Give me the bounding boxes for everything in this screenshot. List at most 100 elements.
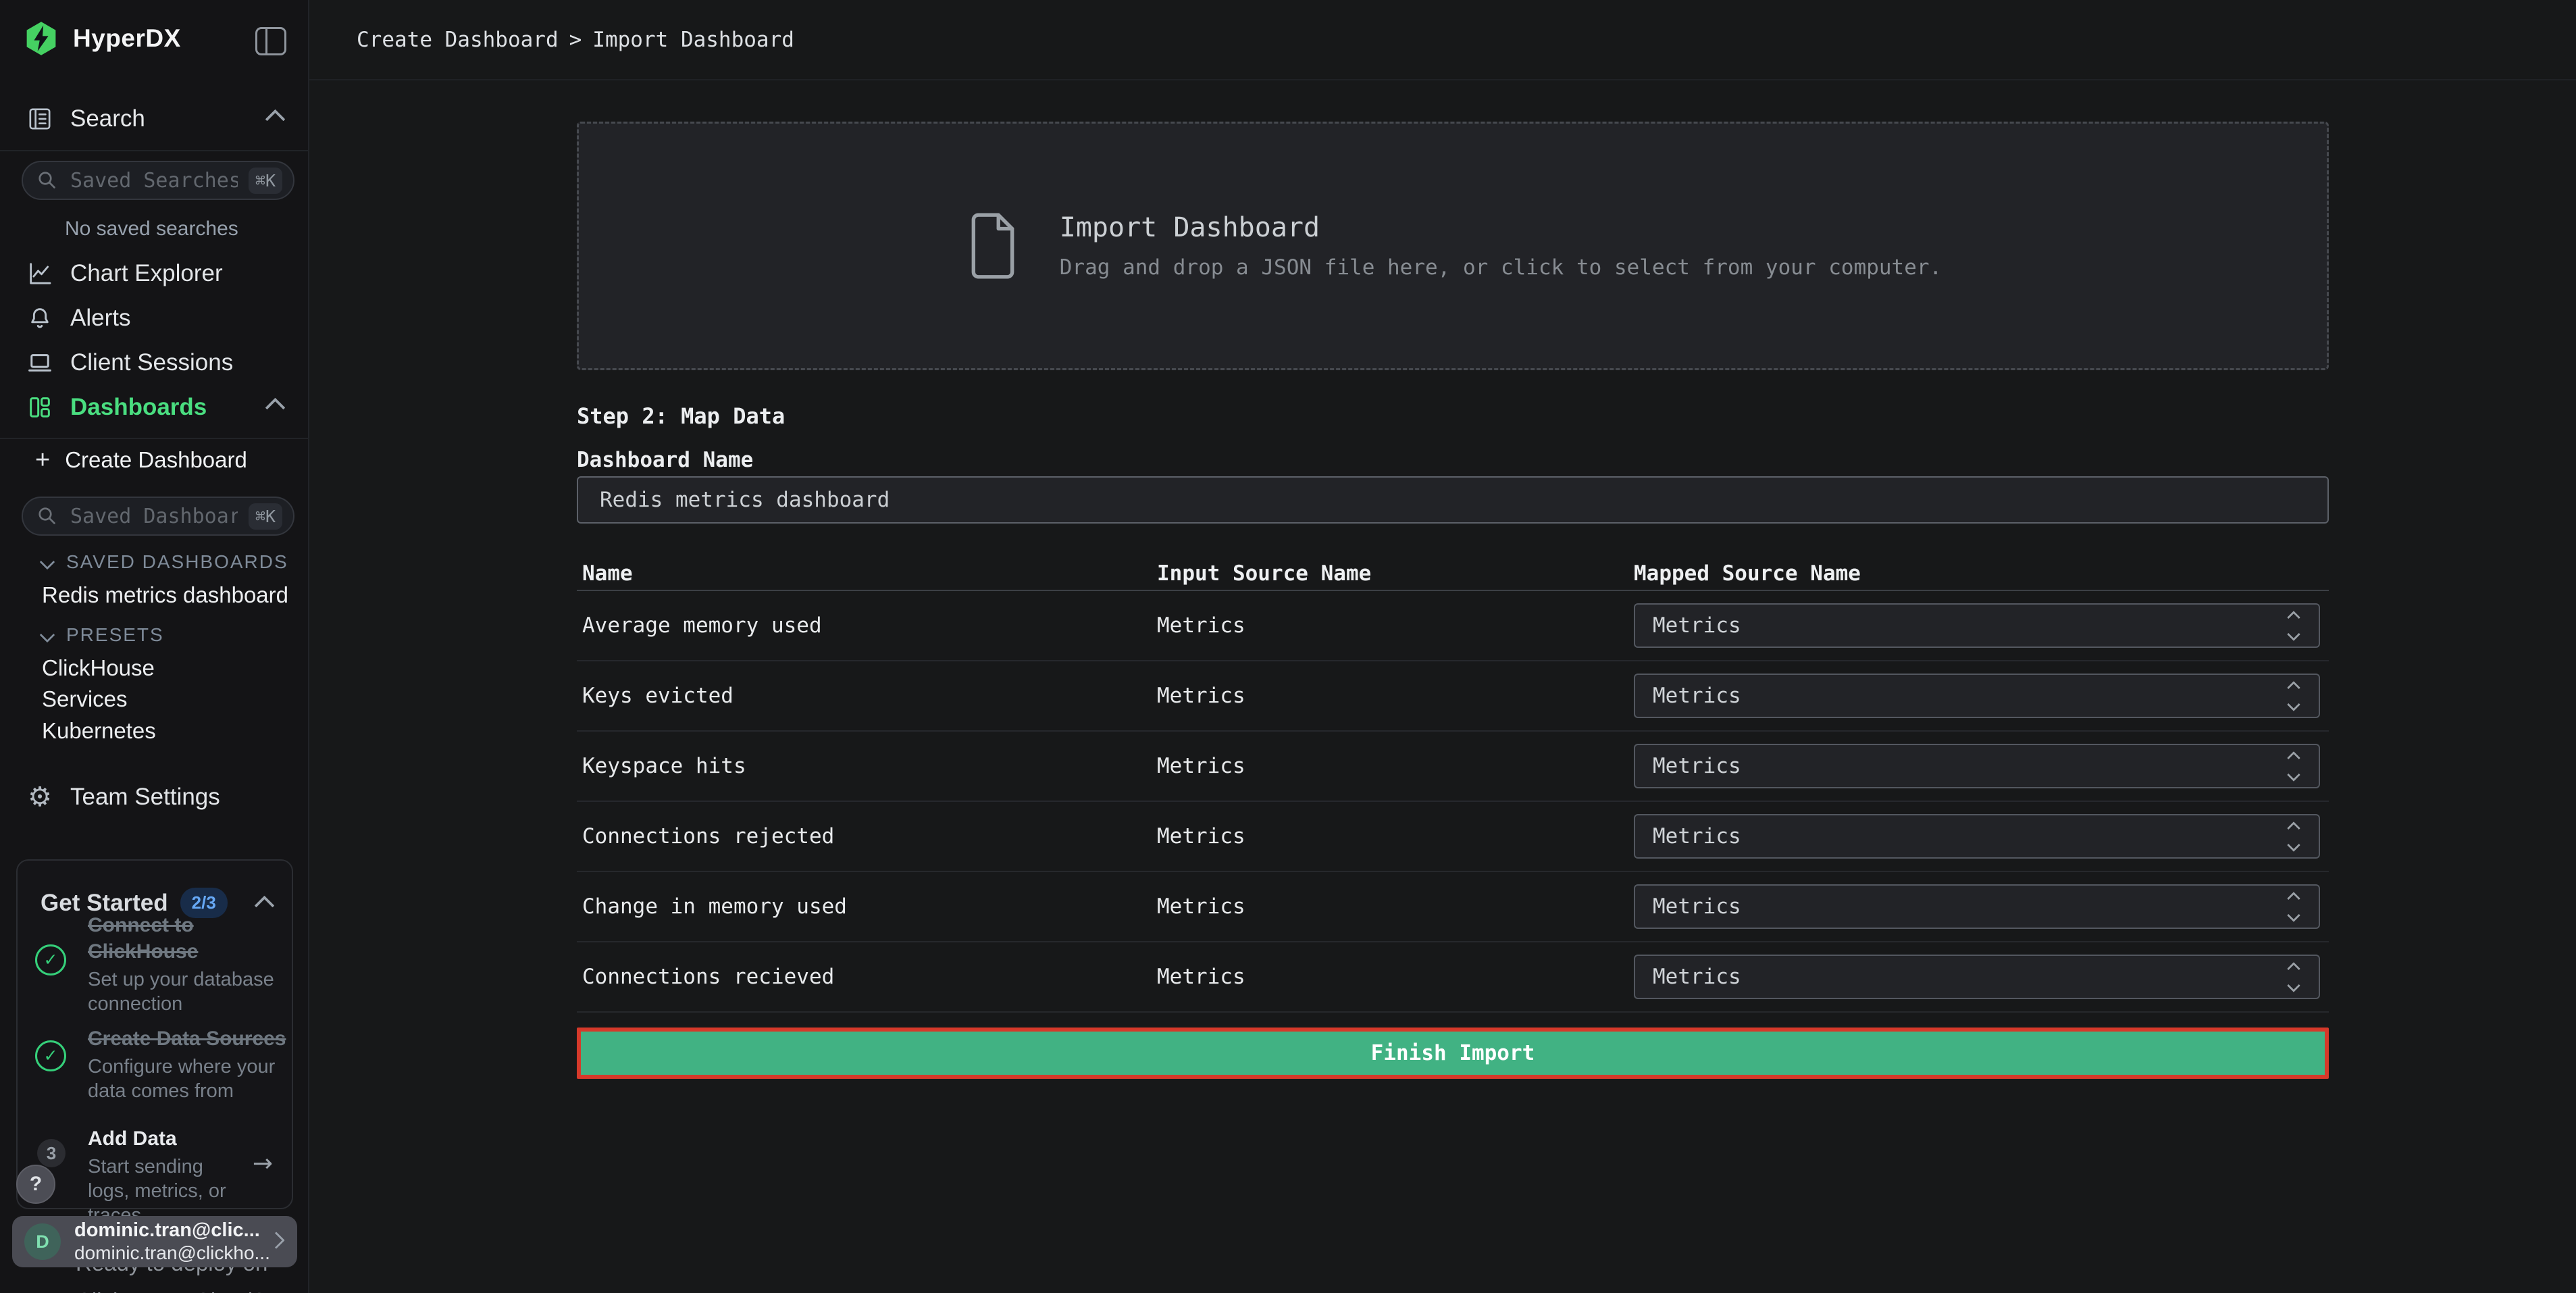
column-header-input-source: Input Source Name [1152,561,1628,586]
breadcrumb-create-dashboard[interactable]: Create Dashboard [357,28,559,52]
shortcut-kbd: ⌘K [249,503,282,530]
row-name: Average memory used [577,613,1152,638]
sidebar-item-label: Alerts [70,305,130,332]
dropzone-text: Import Dashboard Drag and drop a JSON fi… [1060,212,1942,280]
mapped-source-select[interactable]: Metrics [1634,955,2320,999]
get-started-step-2[interactable]: Create Data Sources Configure where your… [88,1025,311,1103]
create-dashboard-label: Create Dashboard [65,447,247,473]
dropzone-title: Import Dashboard [1060,212,1942,243]
select-chevrons-icon [2289,753,2298,780]
mapped-source-select[interactable]: Metrics [1634,674,2320,718]
create-dashboard-button[interactable]: + Create Dashboard [35,447,247,473]
sidebar-item-label: Chart Explorer [70,260,223,287]
check-circle-icon: ✓ [35,944,66,975]
get-started-step-3[interactable]: Add Data Start sending logs, metrics, or… [88,1125,250,1227]
row-input-source: Metrics [1152,684,1628,708]
chevron-up-icon [265,397,286,417]
divider [0,150,309,151]
chevron-up-icon [265,109,286,129]
presets-group-header[interactable]: PRESETS [42,624,164,646]
chevron-down-icon [40,555,55,570]
row-name: Change in memory used [577,894,1152,919]
help-button[interactable]: ? [16,1165,55,1204]
user-account-chip[interactable]: D dominic.tran@clic... dominic.tran@clic… [12,1216,297,1267]
preset-item-clickhouse[interactable]: ClickHouse [42,655,155,681]
step-heading: Step 2: Map Data [577,403,2329,430]
saved-dashboards-input[interactable] [69,504,239,529]
table-row: Keyspace hits Metrics Metrics [577,732,2329,802]
plus-icon: + [35,447,50,473]
preset-item-kubernetes[interactable]: Kubernetes [42,718,156,744]
chevron-right-icon [270,1234,282,1250]
select-chevrons-icon [2289,613,2298,639]
chevron-down-icon [40,628,55,643]
select-chevrons-icon [2289,683,2298,709]
finish-import-button[interactable]: Finish Import [577,1028,2329,1079]
step-desc: Configure where your data comes from [88,1055,311,1103]
row-mapped-source-cell: Metrics [1628,814,2329,859]
dropzone-subtitle: Drag and drop a JSON file here, or click… [1060,255,1942,280]
app-logo[interactable]: HyperDX [23,20,181,57]
laptop-icon [24,349,55,377]
saved-searches-searchbox[interactable]: ⌘K [22,161,294,200]
saved-searches-input[interactable] [69,168,239,193]
saved-dashboard-item[interactable]: Redis metrics dashboard [42,582,288,608]
sidebar-collapse-icon[interactable] [255,27,286,55]
select-value: Metrics [1653,894,2289,919]
saved-dashboards-header-label: SAVED DASHBOARDS [66,551,288,573]
sidebar-item-alerts[interactable]: Alerts [0,302,309,334]
file-icon [964,211,1022,281]
column-header-name: Name [577,561,1152,586]
divider [0,438,309,439]
sidebar-item-chart-explorer[interactable]: Chart Explorer [0,257,309,290]
cloud-promo-line2: ClickHouse Cloud? [76,1282,267,1293]
row-name: Keys evicted [577,684,1152,708]
sidebar-item-label: Dashboards [70,394,207,421]
dashboard-name-label: Dashboard Name [577,447,2329,474]
preset-item-services[interactable]: Services [42,686,128,712]
bell-icon [24,305,55,332]
dashboard-name-input[interactable] [598,487,2307,513]
saved-dashboards-searchbox[interactable]: ⌘K [22,497,294,536]
row-input-source: Metrics [1152,613,1628,638]
search-icon [35,504,59,528]
table-row: Connections recieved Metrics Metrics [577,942,2329,1013]
hyperdx-logo-icon [23,20,59,57]
mapped-source-select[interactable]: Metrics [1634,603,2320,648]
arrow-right-icon: → [253,1150,273,1177]
row-input-source: Metrics [1152,894,1628,919]
row-input-source: Metrics [1152,965,1628,989]
select-value: Metrics [1653,684,2289,708]
sidebar-item-team-settings[interactable]: ⚙ Team Settings [0,781,309,813]
get-started-step-1[interactable]: Connect to ClickHouse Set up your databa… [88,912,297,1016]
sidebar-item-label: Team Settings [70,784,220,811]
hyperdx-app: HyperDX Search [0,0,2576,1293]
select-value: Metrics [1653,613,2289,638]
column-header-mapped-source: Mapped Source Name [1628,561,2329,586]
main-content: Import Dashboard Drag and drop a JSON fi… [309,80,2576,1293]
mapped-source-select[interactable]: Metrics [1634,884,2320,929]
table-row: Change in memory used Metrics Metrics [577,872,2329,942]
row-mapped-source-cell: Metrics [1628,955,2329,999]
mapped-source-select[interactable]: Metrics [1634,814,2320,859]
row-input-source: Metrics [1152,754,1628,778]
sidebar-item-dashboards[interactable]: Dashboards [0,391,309,424]
step-number-badge: 3 [37,1139,66,1167]
dashboard-name-field[interactable] [577,476,2329,524]
sidebar-section-search[interactable]: Search [0,103,309,135]
step-title: Add Data [88,1125,250,1152]
saved-dashboards-group-header[interactable]: SAVED DASHBOARDS [42,551,288,573]
sidebar-item-label: Client Sessions [70,349,233,376]
select-chevrons-icon [2289,964,2298,990]
shortcut-kbd: ⌘K [249,168,282,194]
row-mapped-source-cell: Metrics [1628,674,2329,718]
select-value: Metrics [1653,754,2289,778]
mapped-source-select[interactable]: Metrics [1634,744,2320,788]
user-info: dominic.tran@clic... dominic.tran@clickh… [74,1219,270,1264]
topbar: Create Dashboard > Import Dashboard [309,0,2576,80]
check-circle-icon: ✓ [35,1040,66,1071]
select-value: Metrics [1653,965,2289,989]
breadcrumb-import-dashboard[interactable]: Import Dashboard [592,28,794,52]
import-dropzone[interactable]: Import Dashboard Drag and drop a JSON fi… [577,122,2329,370]
sidebar-item-client-sessions[interactable]: Client Sessions [0,347,309,379]
